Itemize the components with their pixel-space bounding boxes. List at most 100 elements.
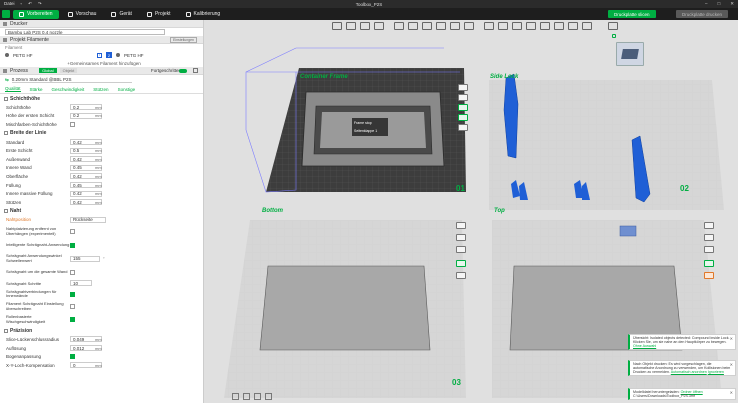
plate-4-close-icon[interactable] [704, 222, 714, 229]
add-filament-button[interactable]: Gemeinsames Filament hinzufügen [70, 61, 141, 66]
assembly-icon[interactable] [554, 22, 564, 30]
redo-icon[interactable]: ↷ [38, 1, 42, 7]
save-icon[interactable]: ▫ [21, 1, 23, 7]
variable-layer-icon[interactable] [568, 22, 578, 30]
plate-1-arrange-icon[interactable] [458, 104, 468, 111]
layout-icon[interactable] [265, 393, 272, 400]
cut-icon[interactable] [450, 22, 460, 30]
menu-file[interactable]: Datei [4, 1, 15, 7]
printer-section-header[interactable]: Drucker [0, 20, 203, 28]
plate-3-settings-icon[interactable] [456, 272, 466, 279]
maximize-icon[interactable]: □ [718, 1, 721, 7]
settings-link[interactable]: Einstellungen [169, 36, 197, 43]
zoom-out-icon[interactable] [243, 393, 250, 400]
filament-slot2-number: 2 [106, 52, 112, 58]
plate-3-pick-icon[interactable] [456, 234, 466, 241]
filament-slot2[interactable]: PETG HF [124, 53, 144, 58]
plate-3-label[interactable]: Bottom [262, 208, 283, 214]
printer-select[interactable]: Bambu Lab P2S 0.4 nozzle [5, 29, 165, 35]
plate-4-pick-icon[interactable] [704, 234, 714, 241]
param-checkbox[interactable] [70, 354, 75, 360]
top-part-small[interactable] [619, 225, 637, 237]
tab-calibration[interactable]: Kalibrierung [180, 10, 227, 19]
scale-icon[interactable] [422, 22, 432, 30]
minimize-icon[interactable]: – [705, 1, 708, 7]
close-icon[interactable]: ✕ [730, 390, 733, 395]
add-object-icon[interactable] [332, 22, 342, 30]
filament-slot1[interactable]: PETG HF [13, 53, 93, 58]
bottom-plate-model[interactable] [259, 265, 431, 351]
plate-3-close-icon[interactable] [456, 222, 466, 229]
param-checkbox[interactable] [70, 242, 75, 248]
close-icon[interactable]: ✕ [730, 336, 733, 341]
subtab-speed[interactable]: Geschwindigkeit [52, 87, 85, 92]
notification-link[interactable]: Ohne Auswahl [633, 344, 656, 348]
plate-1-lock-icon[interactable] [458, 94, 468, 101]
measure-icon[interactable] [540, 22, 550, 30]
move-icon[interactable] [394, 22, 404, 30]
process-preset-select[interactable]: 0.20mm Standard @BBL P2S [11, 77, 132, 83]
plate-2-label[interactable]: Side Lock [490, 74, 518, 80]
plate-4-lock-icon[interactable] [704, 246, 714, 253]
slice-plate-button[interactable]: Druckplatte slicen [608, 10, 656, 18]
plate-3-lock-icon[interactable] [456, 246, 466, 253]
explode-icon[interactable] [582, 22, 592, 30]
close-icon[interactable]: ✕ [730, 362, 733, 367]
toggle-global[interactable]: Global [39, 68, 57, 73]
toggle-object[interactable]: Objekt [59, 68, 78, 73]
plate-4-label[interactable]: Top [494, 208, 505, 214]
process-menu-icon[interactable] [193, 68, 198, 73]
plate-1-orient-icon[interactable] [458, 114, 468, 121]
seam-paint-icon[interactable] [498, 22, 508, 30]
subtab-support[interactable]: Stützen [93, 87, 108, 92]
support-paint-icon[interactable] [484, 22, 494, 30]
param-checkbox[interactable] [70, 269, 75, 275]
param-checkbox[interactable] [70, 304, 75, 310]
plate-1-settings-icon[interactable] [458, 124, 468, 131]
plate-1-pick-icon[interactable] [458, 84, 468, 91]
ignore-link[interactable]: Ignorieren [708, 370, 724, 374]
zoom-in-icon[interactable] [254, 393, 261, 400]
subtab-other[interactable]: Sonstige [118, 87, 136, 92]
seam-position-select[interactable]: Rückseite [70, 216, 106, 223]
camera-reset-icon[interactable] [612, 34, 616, 38]
param-checkbox[interactable] [70, 229, 75, 235]
home-icon[interactable] [2, 10, 10, 18]
view-menu-icon[interactable] [608, 22, 618, 30]
tab-prepare[interactable]: Vorbereiten [13, 9, 59, 19]
tab-preview[interactable]: Vorschau [62, 10, 103, 19]
orient-icon[interactable] [360, 22, 370, 30]
param-unit: mm [95, 191, 102, 197]
auto-arrange-link[interactable]: Automatisch anordnen [671, 370, 707, 374]
arrange-icon[interactable] [374, 22, 384, 30]
param-checkbox[interactable] [70, 317, 75, 323]
zoom-fit-icon[interactable] [232, 393, 239, 400]
advanced-toggle[interactable] [179, 68, 187, 73]
plate-1-label[interactable]: Container Frame [300, 74, 348, 80]
plate-4-arrange-icon[interactable] [704, 260, 714, 267]
print-plate-button[interactable]: Druckplatte drucken [676, 10, 729, 18]
param-input[interactable]: 10 [70, 280, 92, 287]
param-checkbox[interactable] [70, 291, 75, 297]
tab-device[interactable]: Gerät [105, 10, 138, 19]
param-input[interactable]: 155 [70, 255, 100, 262]
plate-thumbnail[interactable] [616, 42, 644, 66]
filament-info-icon[interactable]: i [97, 52, 102, 58]
3d-viewport[interactable]: Frame stop Seitenklappe 1 Container Fram… [204, 20, 738, 403]
lay-on-face-icon[interactable] [436, 22, 446, 30]
mesh-boolean-icon[interactable] [464, 22, 474, 30]
filament-section-header[interactable]: Projekt Filamente Einstellungen [0, 36, 203, 44]
subtab-strength[interactable]: Stärke [30, 87, 43, 92]
add-plate-icon[interactable] [346, 22, 356, 30]
color-paint-icon[interactable] [512, 22, 522, 30]
plate-4-settings-icon[interactable] [704, 272, 714, 279]
tab-project[interactable]: Projekt [141, 10, 177, 19]
plate-3-arrange-icon[interactable] [456, 260, 466, 267]
subtab-quality[interactable]: Qualität [5, 86, 21, 92]
text-icon[interactable] [526, 22, 536, 30]
group-seam: Naht [0, 207, 203, 216]
rotate-icon[interactable] [408, 22, 418, 30]
param-checkbox[interactable] [70, 121, 75, 127]
undo-icon[interactable]: ↶ [28, 1, 32, 7]
close-icon[interactable]: ✕ [730, 1, 734, 7]
